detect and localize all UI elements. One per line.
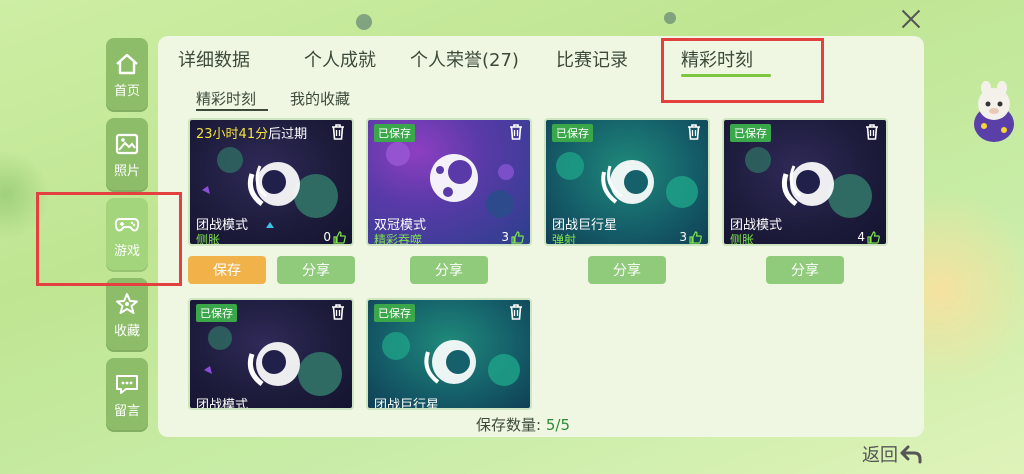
share-button[interactable]: 分享 [410, 256, 488, 284]
sidebar-item-label: 收藏 [113, 323, 140, 339]
trash-icon[interactable] [864, 123, 880, 141]
highlight-card[interactable]: 已保存 团战模式 [188, 298, 354, 410]
trash-icon[interactable] [508, 123, 524, 141]
sidebar-item-label: 首页 [113, 83, 140, 99]
game-mode-label: 团战模式 [196, 398, 249, 410]
background-dot [664, 12, 676, 24]
highlight-card[interactable]: 已保存 团战模式 侧胀 4 [722, 118, 888, 246]
highlight-type-label: 精彩吞噬 [374, 233, 423, 246]
star-icon [116, 292, 138, 314]
background-dot [356, 14, 372, 30]
saved-badge: 已保存 [552, 124, 593, 142]
share-button[interactable]: 分享 [588, 256, 666, 284]
highlight-card[interactable]: 已保存 团战巨行星 弹射 3 [544, 118, 710, 246]
sidebar-item-label: 照片 [113, 163, 140, 179]
trash-icon[interactable] [686, 123, 702, 141]
sidebar-item-label: 留言 [113, 403, 140, 419]
subtab-highlights[interactable]: 精彩时刻 [196, 88, 256, 109]
home-icon [116, 53, 138, 74]
saved-badge: 已保存 [196, 304, 237, 322]
tab-details[interactable]: 详细数据 [178, 46, 250, 72]
photo-icon [115, 133, 139, 154]
sidebar-item-photos[interactable]: 照片 [106, 118, 148, 192]
share-button[interactable]: 分享 [766, 256, 844, 284]
sidebar-item-home[interactable]: 首页 [106, 38, 148, 112]
highlight-annotation-box [661, 38, 824, 103]
saved-badge: 已保存 [374, 304, 415, 322]
highlight-card[interactable]: 已保存 双冠模式 精彩吞噬 3 [366, 118, 532, 246]
like-count[interactable]: 3 [501, 230, 524, 244]
trash-icon[interactable] [330, 303, 346, 321]
back-arrow-icon [900, 445, 922, 464]
trash-icon[interactable] [508, 303, 524, 321]
like-count[interactable]: 0 [323, 230, 346, 244]
saved-badge: 已保存 [730, 124, 771, 142]
sidebar-item-favorites[interactable]: 收藏 [106, 278, 148, 352]
like-count[interactable]: 3 [679, 230, 702, 244]
active-subtab-indicator [196, 109, 268, 111]
highlight-type-label: 弹射 [552, 233, 577, 246]
mascot-icon [974, 81, 1014, 142]
thumbs-up-icon [867, 230, 880, 244]
tab-honors[interactable]: 个人荣誉(27) [410, 46, 519, 72]
message-icon [116, 374, 138, 394]
subtab-my-favorites[interactable]: 我的收藏 [290, 88, 350, 109]
saved-badge: 已保存 [374, 124, 415, 142]
highlight-type-label: 侧胀 [196, 233, 221, 246]
like-count[interactable]: 4 [857, 230, 880, 244]
highlight-card[interactable]: 已保存 团战巨行星 [366, 298, 532, 410]
close-icon[interactable] [898, 6, 924, 32]
thumbs-up-icon [689, 230, 702, 244]
back-button[interactable]: 返回 [862, 441, 922, 467]
thumbs-up-icon [511, 230, 524, 244]
highlight-annotation-box [36, 192, 182, 286]
sidebar-item-messages[interactable]: 留言 [106, 358, 148, 432]
share-button[interactable]: 分享 [277, 256, 355, 284]
expire-text: 23小时41分后过期 [196, 127, 308, 142]
highlight-card[interactable]: 23小时41分后过期 团战模式 侧胀 0 [188, 118, 354, 246]
save-count: 保存数量: 5/5 [476, 416, 570, 434]
trash-icon[interactable] [330, 123, 346, 141]
tab-match-records[interactable]: 比赛记录 [556, 46, 628, 72]
save-button[interactable]: 保存 [188, 256, 266, 284]
back-label: 返回 [862, 445, 898, 466]
game-mode-label: 团战巨行星 [374, 398, 440, 410]
highlight-type-label: 侧胀 [730, 233, 755, 246]
tab-achievements[interactable]: 个人成就 [304, 46, 376, 72]
thumbs-up-icon [333, 230, 346, 244]
